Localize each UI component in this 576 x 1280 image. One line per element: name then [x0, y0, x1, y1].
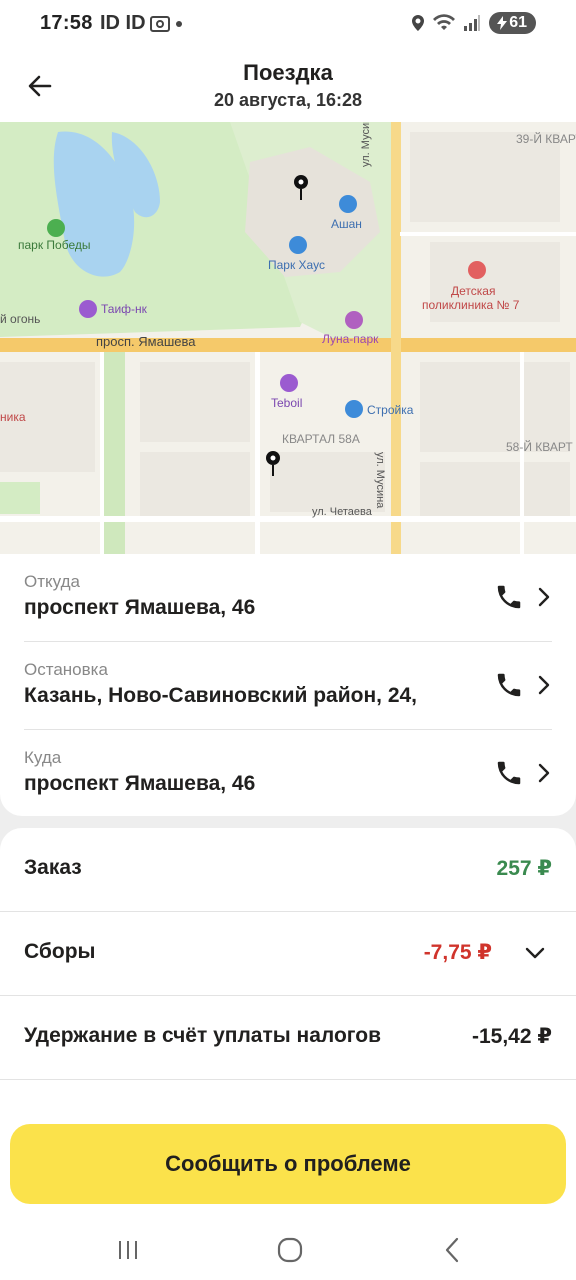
wifi-icon	[433, 14, 456, 30]
recent-apps-button[interactable]	[110, 1232, 146, 1268]
bottom-area: Сообщить о проблеме	[0, 1112, 576, 1280]
map-label-stroyka: Стройка	[367, 403, 414, 417]
chevron-right-icon[interactable]	[536, 762, 552, 784]
id-badge-icon: ID ID	[100, 12, 146, 34]
system-nav-bar	[0, 1222, 576, 1280]
map-label-ashan: Ашан	[331, 217, 362, 231]
map-label-chetaeva: ул. Четаева	[312, 506, 372, 518]
recent-apps-icon	[119, 1241, 137, 1259]
dot-icon	[175, 20, 182, 27]
map-label-detskaya: Детская	[451, 284, 496, 298]
route-map[interactable]: парк Победы Ашан Парк Хаус Таиф-нк й ого…	[0, 122, 576, 554]
status-time: 17:58	[40, 12, 93, 34]
phone-icon[interactable]	[494, 582, 524, 612]
stroyka-poi-icon	[345, 400, 363, 418]
battery-level: 61	[509, 14, 527, 31]
map-label-ogon: й огонь	[0, 312, 41, 326]
map-label-park-pobedy: парк Победы	[18, 238, 91, 252]
payment-row-fees[interactable]: Сборы -7,75 ₽	[0, 912, 576, 996]
map-label-luna-park: Луна-парк	[322, 332, 379, 346]
park-poi-icon	[47, 219, 65, 237]
clinic-poi-icon	[468, 261, 486, 279]
map-label-poliklinika: поликлиника № 7	[422, 298, 520, 312]
lunapark-poi-icon	[345, 311, 363, 329]
fees-label: Сборы	[24, 940, 96, 963]
order-label: Заказ	[24, 856, 82, 879]
route-caption: Куда	[24, 748, 62, 767]
map-label-musina-bottom: ул. Мусина	[374, 452, 386, 509]
back-icon	[445, 1237, 459, 1263]
chevron-right-icon[interactable]	[536, 674, 552, 696]
phone-icon[interactable]	[494, 670, 524, 700]
payment-row-tax: Удержание в счёт уплаты налогов -15,42 ₽	[0, 996, 576, 1080]
payment-row-order: Заказ 257 ₽	[0, 828, 576, 912]
home-icon	[277, 1237, 303, 1263]
report-problem-button[interactable]: Сообщить о проблеме	[10, 1124, 566, 1204]
header: Поездка 20 августа, 16:28	[0, 50, 576, 122]
route-address: проспект Ямашева, 46	[24, 596, 256, 619]
map-label-park-haus: Парк Хаус	[268, 258, 325, 272]
home-button[interactable]	[272, 1232, 308, 1268]
phone-icon[interactable]	[494, 758, 524, 788]
route-stop-middle[interactable]: Остановка Казань, Ново-Савиновский район…	[24, 642, 552, 730]
road-yamasheva	[0, 338, 576, 352]
road-musina	[391, 122, 401, 554]
ashan-poi-icon	[339, 195, 357, 213]
tax-label: Удержание в счёт уплаты налогов	[24, 1024, 381, 1047]
map-label-kvartal-39: 39-Й КВАРТ	[516, 132, 576, 146]
route-stop-from[interactable]: Откуда проспект Ямашева, 46	[24, 554, 552, 642]
map-label-taif: Таиф-нк	[101, 302, 147, 316]
route-caption: Остановка	[24, 660, 108, 679]
order-value: 257 ₽	[496, 857, 552, 880]
map-label-kvartal-58a: КВАРТАЛ 58А	[282, 432, 360, 446]
map-label-musina-top: ул. Мусина	[360, 122, 372, 167]
route-caption: Откуда	[24, 572, 80, 591]
map-canvas	[0, 122, 576, 554]
status-bar: 17:58 ID ID 61	[0, 0, 576, 50]
route-card: Откуда проспект Ямашева, 46 Остановка Ка…	[0, 554, 576, 816]
parkhaus-poi-icon	[289, 236, 307, 254]
taif-poi-icon	[79, 300, 97, 318]
location-icon	[412, 15, 425, 31]
status-left-icons: ID ID	[100, 12, 184, 35]
chevron-right-icon[interactable]	[536, 586, 552, 608]
page-subtitle: 20 августа, 16:28	[213, 90, 363, 110]
screenshot-icon	[149, 15, 170, 32]
map-label-kvartal-58: 58-Й КВАРТ	[506, 440, 573, 454]
park-area-4	[0, 482, 40, 514]
status-right-icons: 61	[411, 12, 536, 34]
page-title: Поездка	[243, 60, 333, 85]
route-address: Казань, Ново-Савиновский район, 24,	[24, 684, 418, 707]
map-label-nika: ника	[0, 410, 26, 424]
signal-icon	[464, 15, 481, 31]
route-stop-to[interactable]: Куда проспект Ямашева, 46	[24, 730, 552, 818]
teboil-poi-icon	[280, 374, 298, 392]
battery-charging-icon: 61	[489, 12, 536, 34]
nav-back-button[interactable]	[434, 1232, 470, 1268]
payment-card: Заказ 257 ₽ Сборы -7,75 ₽ Удержание в сч…	[0, 828, 576, 1118]
fees-value: -7,75 ₽	[423, 941, 492, 964]
chevron-down-icon[interactable]	[524, 945, 546, 961]
map-label-teboil: Teboil	[271, 396, 303, 410]
tax-value: -15,42 ₽	[472, 1025, 552, 1048]
route-address: проспект Ямашева, 46	[24, 772, 256, 795]
map-label-yamasheva: просп. Ямашева	[96, 334, 196, 349]
